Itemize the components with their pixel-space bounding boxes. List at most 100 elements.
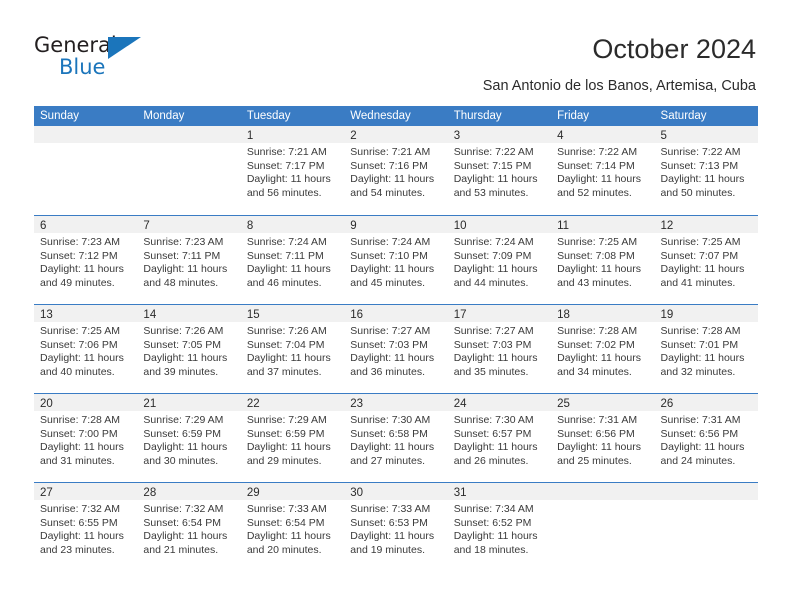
sunset-text: Sunset: 6:56 PM <box>557 427 635 440</box>
sunrise-text: Sunrise: 7:28 AM <box>660 325 741 337</box>
calendar-day-cell[interactable]: 2 Sunrise: 7:21 AM Sunset: 7:16 PM Daylight… <box>344 126 448 215</box>
sunrise-text: Sunrise: 7:26 AM <box>246 325 327 337</box>
day-number-band: 31 <box>447 483 552 500</box>
sunrise-text: Sunrise: 7:22 AM <box>660 146 741 158</box>
sunrise-text: Sunrise: 7:27 AM <box>350 325 431 337</box>
sunset-text: Sunset: 7:02 PM <box>557 338 635 351</box>
day-info: Sunrise: 7:25 AM Sunset: 7:08 PM Daylight:… <box>551 233 654 290</box>
sunset-text: Sunset: 7:13 PM <box>660 159 739 172</box>
calendar-day-cell[interactable]: 31 Sunrise: 7:34 AM Sunset: 6:52 PM Dayligh… <box>447 483 552 571</box>
calendar-day-cell[interactable]: 14 Sunrise: 7:26 AM Sunset: 7:05 PM Dayligh… <box>137 305 241 393</box>
day-number-band: 15 <box>240 305 345 322</box>
calendar-day-cell[interactable]: 9 Sunrise: 7:24 AM Sunset: 7:10 PM Daylight… <box>344 216 448 304</box>
calendar-day-cell[interactable]: 5 Sunrise: 7:22 AM Sunset: 7:13 PM Daylight… <box>654 126 758 215</box>
calendar-day-cell[interactable]: 18 Sunrise: 7:28 AM Sunset: 7:02 PM Dayligh… <box>551 305 655 393</box>
page-title: October 2024 <box>592 34 756 64</box>
calendar-day-cell[interactable]: 25 Sunrise: 7:31 AM Sunset: 6:56 PM Dayligh… <box>551 394 655 482</box>
day-number: 23 <box>350 398 364 410</box>
calendar-day-cell[interactable]: 30 Sunrise: 7:33 AM Sunset: 6:53 PM Dayligh… <box>344 483 448 571</box>
calendar-day-cell[interactable]: 16 Sunrise: 7:27 AM Sunset: 7:03 PM Dayligh… <box>344 305 448 393</box>
day-info: Sunrise: 7:26 AM Sunset: 7:05 PM Daylight:… <box>137 322 240 379</box>
calendar-day-cell[interactable]: 4 Sunrise: 7:22 AM Sunset: 7:14 PM Daylight… <box>551 126 655 215</box>
day-number-band: 1 <box>240 126 345 143</box>
sunrise-text: Sunrise: 7:22 AM <box>453 146 534 158</box>
day-number-band: 21 <box>137 394 241 411</box>
day-number-band: 24 <box>447 394 552 411</box>
daylight-text: Daylight: 11 hours and 29 minutes. <box>246 441 331 467</box>
sunset-text: Sunset: 7:11 PM <box>143 249 221 262</box>
calendar-day-cell[interactable]: 28 Sunrise: 7:32 AM Sunset: 6:54 PM Dayligh… <box>137 483 241 571</box>
day-info: Sunrise: 7:27 AM Sunset: 7:03 PM Daylight:… <box>448 322 551 379</box>
sunset-text: Sunset: 6:54 PM <box>143 516 222 529</box>
calendar-day-headers: Sunday Monday Tuesday Wednesday Thursday… <box>34 106 758 126</box>
day-info: Sunrise: 7:33 AM Sunset: 6:53 PM Daylight:… <box>344 500 447 557</box>
sunset-text: Sunset: 7:01 PM <box>660 338 739 351</box>
calendar-day-cell[interactable]: 13 Sunrise: 7:25 AM Sunset: 7:06 PM Dayligh… <box>34 305 138 393</box>
calendar-day-cell[interactable]: 26 Sunrise: 7:31 AM Sunset: 6:56 PM Dayligh… <box>654 394 758 482</box>
calendar-day-cell[interactable]: 19 Sunrise: 7:28 AM Sunset: 7:01 PM Dayligh… <box>654 305 758 393</box>
daylight-text: Daylight: 11 hours and 41 minutes. <box>660 263 745 289</box>
day-number-band: 14 <box>137 305 241 322</box>
day-number-band: 3 <box>447 126 552 143</box>
day-info: Sunrise: 7:32 AM Sunset: 6:54 PM Daylight:… <box>137 500 240 557</box>
calendar-day-cell[interactable]: 15 Sunrise: 7:26 AM Sunset: 7:04 PM Dayligh… <box>240 305 345 393</box>
sunset-text: Sunset: 7:04 PM <box>246 338 325 351</box>
day-number: 30 <box>350 487 364 499</box>
sunrise-text: Sunrise: 7:33 AM <box>350 503 431 515</box>
day-info: Sunrise: 7:22 AM Sunset: 7:13 PM Daylight:… <box>655 143 758 200</box>
calendar-day-cell[interactable]: 10 Sunrise: 7:24 AM Sunset: 7:09 PM Dayligh… <box>447 216 552 304</box>
sunset-text: Sunset: 6:53 PM <box>350 516 428 529</box>
day-number: 1 <box>246 130 254 142</box>
day-info: Sunrise: 7:28 AM Sunset: 7:01 PM Daylight:… <box>655 322 758 379</box>
sunset-text: Sunset: 7:14 PM <box>557 159 635 172</box>
sunrise-text: Sunrise: 7:26 AM <box>143 325 224 337</box>
page-header: General Blue October 2024 San Antonio de… <box>0 0 792 100</box>
sunrise-text: Sunrise: 7:31 AM <box>660 414 741 426</box>
calendar-day-cell[interactable]: 8 Sunrise: 7:24 AM Sunset: 7:11 PM Daylight… <box>240 216 345 304</box>
calendar-day-cell[interactable]: 29 Sunrise: 7:33 AM Sunset: 6:54 PM Dayligh… <box>240 483 345 571</box>
sunrise-text: Sunrise: 7:33 AM <box>246 503 327 515</box>
day-number-band: 2 <box>344 126 448 143</box>
day-number: 8 <box>246 220 254 232</box>
day-number-band <box>34 126 138 143</box>
day-number-band: 10 <box>447 216 552 233</box>
sunrise-text: Sunrise: 7:30 AM <box>350 414 431 426</box>
calendar-day-cell[interactable]: 20 Sunrise: 7:28 AM Sunset: 7:00 PM Dayligh… <box>34 394 138 482</box>
day-number-band: 6 <box>34 216 138 233</box>
sunrise-text: Sunrise: 7:21 AM <box>246 146 327 158</box>
day-number: 13 <box>40 309 53 321</box>
day-number: 2 <box>350 130 357 142</box>
triangle-icon <box>108 37 141 59</box>
day-number-band <box>137 126 241 143</box>
sunset-text: Sunset: 7:15 PM <box>453 159 532 172</box>
calendar-day-cell[interactable]: 6 Sunrise: 7:23 AM Sunset: 7:12 PM Daylight… <box>34 216 138 304</box>
calendar-day-cell[interactable]: 1 Sunrise: 7:21 AM Sunset: 7:17 PM Daylight… <box>240 126 345 215</box>
daylight-text: Daylight: 11 hours and 37 minutes. <box>246 352 331 378</box>
day-number: 20 <box>40 398 53 410</box>
calendar-day-cell[interactable]: 27 Sunrise: 7:32 AM Sunset: 6:55 PM Dayligh… <box>34 483 138 571</box>
calendar-day-cell[interactable]: 24 Sunrise: 7:30 AM Sunset: 6:57 PM Dayligh… <box>447 394 552 482</box>
day-number: 6 <box>40 220 47 232</box>
sunrise-text: Sunrise: 7:28 AM <box>40 414 120 426</box>
day-number: 31 <box>453 487 467 499</box>
calendar-day-cell[interactable]: 17 Sunrise: 7:27 AM Sunset: 7:03 PM Dayligh… <box>447 305 552 393</box>
calendar-day-cell[interactable]: 23 Sunrise: 7:30 AM Sunset: 6:58 PM Dayligh… <box>344 394 448 482</box>
calendar-day-cell[interactable]: 22 Sunrise: 7:29 AM Sunset: 6:59 PM Dayligh… <box>240 394 345 482</box>
calendar-day-cell[interactable]: 21 Sunrise: 7:29 AM Sunset: 6:59 PM Dayligh… <box>137 394 241 482</box>
calendar-day-cell[interactable]: 11 Sunrise: 7:25 AM Sunset: 7:08 PM Dayligh… <box>551 216 655 304</box>
calendar-week-row: 13 Sunrise: 7:25 AM Sunset: 7:06 PM Dayligh… <box>34 304 758 393</box>
sunset-text: Sunset: 6:57 PM <box>453 427 532 440</box>
calendar-day-cell-empty <box>551 483 655 571</box>
daylight-text: Daylight: 11 hours and 36 minutes. <box>350 352 435 378</box>
calendar-day-cell[interactable]: 12 Sunrise: 7:25 AM Sunset: 7:07 PM Dayligh… <box>654 216 758 304</box>
day-info: Sunrise: 7:33 AM Sunset: 6:54 PM Daylight:… <box>241 500 344 557</box>
calendar-day-cell[interactable]: 7 Sunrise: 7:23 AM Sunset: 7:11 PM Daylight… <box>137 216 241 304</box>
sunrise-text: Sunrise: 7:29 AM <box>246 414 327 426</box>
day-info: Sunrise: 7:32 AM Sunset: 6:55 PM Daylight:… <box>34 500 137 557</box>
sunrise-text: Sunrise: 7:25 AM <box>557 236 638 248</box>
calendar-day-cell[interactable]: 3 Sunrise: 7:22 AM Sunset: 7:15 PM Daylight… <box>447 126 552 215</box>
sunrise-text: Sunrise: 7:23 AM <box>143 236 224 248</box>
sunset-text: Sunset: 7:03 PM <box>453 338 532 351</box>
sunset-text: Sunset: 7:16 PM <box>350 159 428 172</box>
calendar-week-row: 27 Sunrise: 7:32 AM Sunset: 6:55 PM Dayligh… <box>34 482 758 571</box>
